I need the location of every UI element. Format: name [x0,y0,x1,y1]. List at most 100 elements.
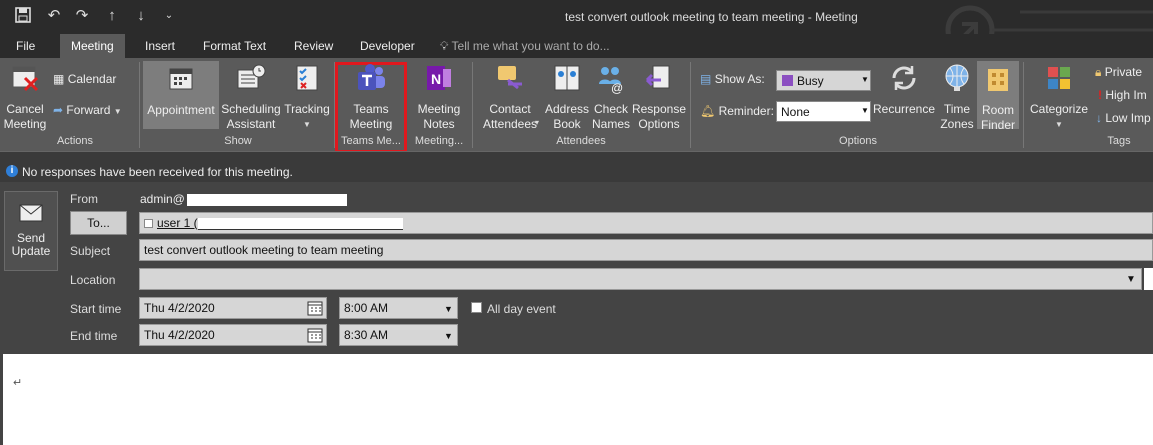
tab-format-text[interactable]: Format Text [203,34,266,58]
reminder-select[interactable]: None ▼ [776,101,871,122]
chevron-down-icon[interactable]: ▼ [1126,274,1136,285]
contact-attendees-button[interactable]: Contact Attendees ▾ [477,62,543,132]
message-body[interactable]: ↵ [3,354,1153,445]
scheduling-icon [237,64,266,89]
categorize-icon [1048,67,1070,89]
divider [690,62,691,148]
down-arrow-icon: ↓ [1096,111,1102,125]
scheduling-label: Scheduling Assistant [221,102,281,131]
forward-label: Forward [66,103,111,117]
show-as-select[interactable]: Busy ▼ [776,70,871,91]
teams-meeting-button[interactable]: Teams Meeting [339,62,403,132]
attendees-group-label: Attendees [556,135,606,147]
chevron-down-icon: ▼ [444,331,453,341]
all-day-label: All day event [487,302,556,316]
appointment-label: Appointment [147,103,215,117]
calendar-picker-icon[interactable] [307,327,323,343]
address-book-icon [554,65,580,91]
room-finder-button[interactable]: Room Finder [977,61,1019,132]
response-options-label: Response Options [631,102,687,131]
chevron-down-icon: ▼ [861,75,869,84]
divider [1023,62,1024,148]
all-day-checkbox[interactable] [471,302,482,313]
check-names-button[interactable]: @ Check Names [591,62,631,132]
info-icon: i [6,165,18,177]
low-importance-button[interactable]: ↓ Low Imp [1096,111,1151,125]
tab-review[interactable]: Review [294,34,333,58]
categorize-button[interactable]: Categorize ▼ [1027,62,1091,132]
send-update-label: Send Update [11,231,51,258]
location-input[interactable] [139,268,1142,290]
tab-meeting[interactable]: Meeting [60,34,125,58]
actions-group-label: Actions [56,135,94,147]
contact-attendees-label: Contact Attendees [482,102,538,131]
globe-icon [945,64,969,91]
categorize-label: Categorize [1029,102,1089,116]
options-group-label: Options [839,135,877,147]
forward-button[interactable]: ➦ Forward ▼ [53,103,122,117]
recipient-name: user 1 ( [157,216,198,230]
response-options-icon [645,65,670,89]
from-address: admin@ [140,192,185,206]
tab-file[interactable]: File [16,34,35,58]
high-importance-button[interactable]: ! High Im [1098,88,1147,102]
chevron-down-icon: ▼ [303,120,311,129]
location-label: Location [70,273,116,287]
show-group-label: Show [224,135,252,147]
tracking-button[interactable]: Tracking ▼ [283,62,331,132]
time-zones-label: Time Zones [940,102,974,131]
start-time-label: Start time [70,302,122,316]
forward-icon: ➦ [53,103,64,117]
cancel-meeting-button[interactable]: Cancel Meeting [2,62,48,132]
meeting-notes-button[interactable]: N Meeting Notes [412,62,466,132]
lightbulb-icon: 💡︎ [440,39,449,53]
calendar-icon: ▦ [53,72,65,86]
divider [472,62,473,148]
private-label: Private [1104,65,1143,79]
reminder-label-wrap: 🔔︎ Reminder: [700,104,774,118]
tab-developer[interactable]: Developer [360,34,415,58]
start-time-select[interactable]: 8:00 AM ▼ [339,297,458,319]
tags-group-label: Tags [1107,135,1131,147]
redacted-block [197,217,403,230]
address-book-button[interactable]: Address Book [543,62,591,132]
recipient-checkbox [144,219,153,229]
to-button[interactable]: To... [70,211,127,235]
calendar-picker-icon[interactable] [307,300,323,316]
redacted-block [186,193,347,206]
tracking-label: Tracking [284,102,330,116]
scheduling-assistant-button[interactable]: Scheduling Assistant [220,62,282,132]
busy-color-swatch [782,75,793,86]
start-time-value: 8:00 AM [344,301,389,315]
recurrence-icon [892,66,916,90]
recurrence-button[interactable]: Recurrence [873,62,935,117]
room-finder-icon [988,69,1008,91]
tell-me-search[interactable]: 💡︎ Tell me what you want to do... [440,34,610,58]
tab-insert[interactable]: Insert [145,34,175,58]
chevron-down-icon: ▼ [1055,120,1063,129]
end-date-input[interactable]: Thu 4/2/2020 [139,324,327,346]
response-options-button[interactable]: Response Options [631,62,687,132]
cancel-calendar-icon [12,66,39,92]
bell-icon: 🔔︎ [700,104,716,118]
end-time-select[interactable]: 8:30 AM ▼ [339,324,458,346]
subject-input[interactable]: test convert outlook meeting to team mee… [139,239,1153,261]
meeting-notes-label: Meeting Notes [417,102,461,131]
from-value[interactable]: admin@ [140,192,347,206]
send-update-button[interactable]: Send Update [4,191,58,271]
calendar-button[interactable]: ▦ Calendar [53,72,116,86]
private-button[interactable]: 🔒︎ Private [1095,65,1142,80]
high-importance-label: High Im [1105,88,1147,102]
to-field[interactable]: user 1 ( [139,212,1153,234]
info-message: No responses have been received for this… [22,165,293,179]
start-date-input[interactable]: Thu 4/2/2020 [139,297,327,319]
tell-me-text: Tell me what you want to do... [451,39,610,53]
contact-attendees-icon [498,66,522,90]
time-zones-button[interactable]: Time Zones [937,62,977,132]
location-edge [1144,268,1153,290]
low-importance-label: Low Imp [1105,111,1151,125]
svg-text:N: N [431,71,441,87]
recurrence-label: Recurrence [873,102,936,116]
show-as-label-wrap: ▤ Show As: [700,72,765,86]
appointment-button[interactable]: Appointment [143,61,219,129]
